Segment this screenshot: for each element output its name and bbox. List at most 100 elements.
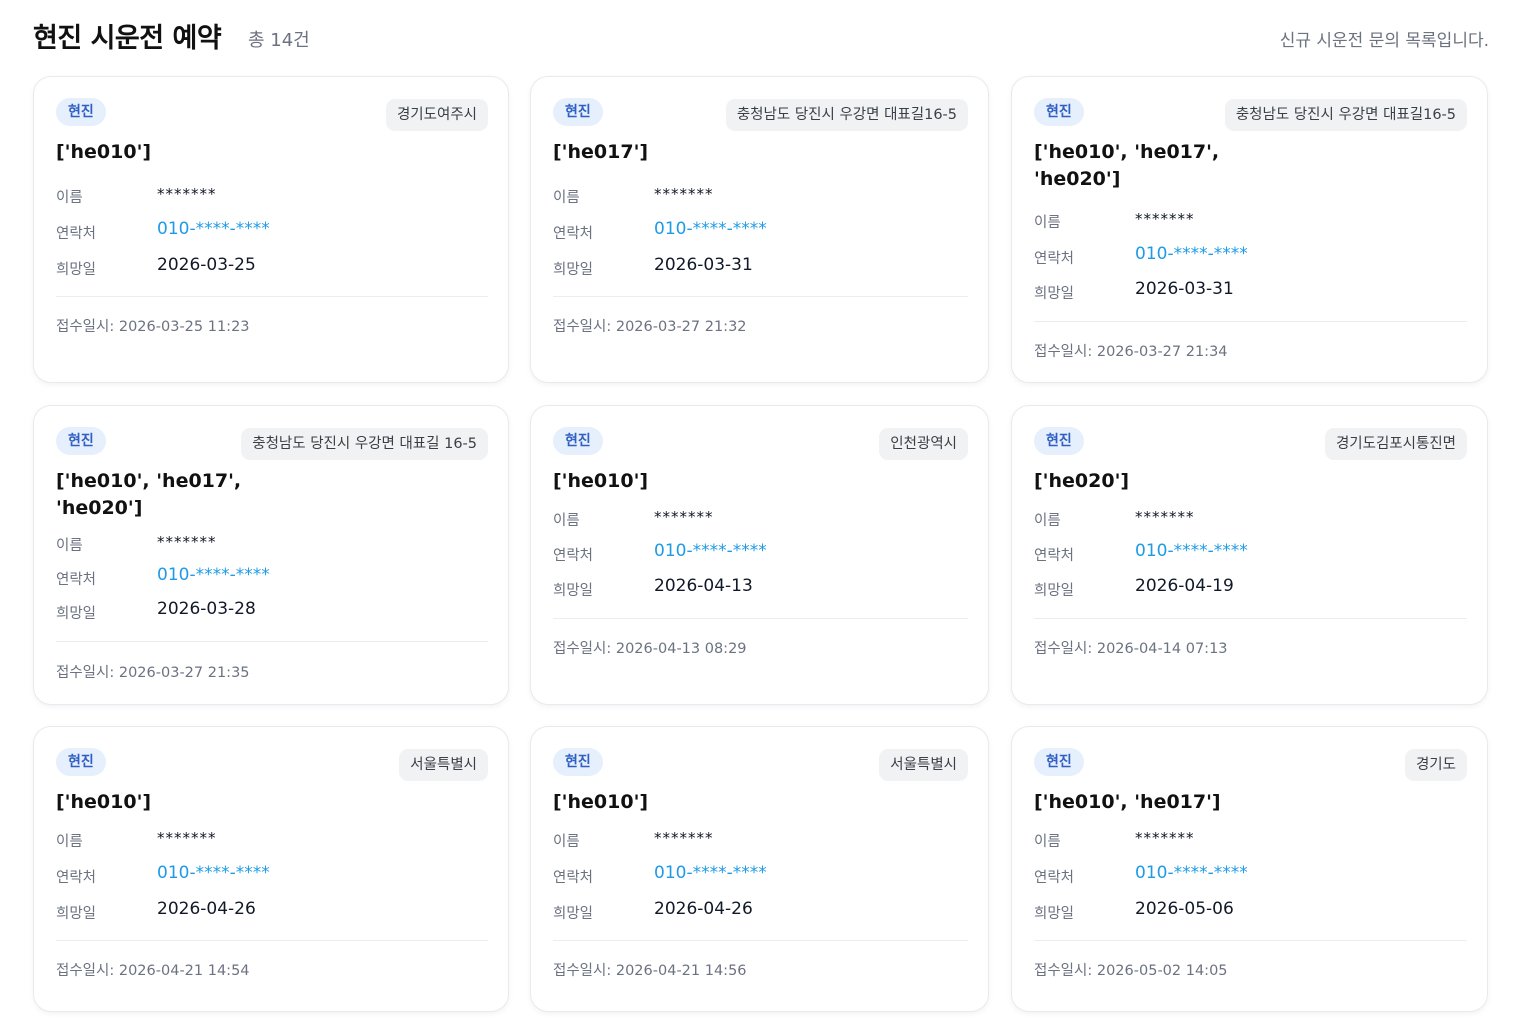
desired-date-label: 희망일 [56,262,97,278]
contact-label: 연락처 [56,226,97,242]
divider [1034,618,1467,619]
desired-date-label: 희망일 [1034,583,1075,599]
received-at: 접수일시: 2026-03-27 21:35 [56,665,250,681]
reservation-card[interactable]: 현진 충청남도 당진시 우강면 대표길16-5 ['he017'] 이름 ***… [530,76,989,383]
region-tag: 경기도여주시 [385,99,488,131]
reservation-card[interactable]: 현진 충청남도 당진시 우강면 대표길 16-5 ['he010', 'he01… [33,405,509,705]
name-label: 이름 [553,834,580,850]
name-value: ******* [157,533,217,551]
phone-link[interactable]: 010-****-**** [654,863,767,883]
desired-date-row: 희망일 2026-03-28 [56,599,456,623]
name-label: 이름 [56,190,83,206]
reservation-card[interactable]: 현진 경기도여주시 ['he010'] 이름 ******* 연락처 010-*… [33,76,509,383]
contact-label: 연락처 [1034,548,1075,564]
received-at: 접수일시: 2026-04-13 08:29 [553,641,747,657]
equipment-list: ['he010', 'he017', 'he020'] [56,470,242,519]
name-label: 이름 [1034,215,1061,231]
desired-date-label: 희망일 [553,906,594,922]
page-subtitle: 신규 시운전 문의 목록입니다. [1279,31,1489,51]
divider [1034,940,1467,941]
desired-date-value: 2026-03-31 [1135,279,1234,299]
divider [56,296,488,297]
contact-label: 연락처 [553,226,594,242]
name-value: ******* [157,829,217,847]
region-tag: 경기도 [1404,749,1467,781]
brand-badge: 현진 [1034,427,1084,455]
name-row: 이름 ******* [553,827,953,851]
name-row: 이름 ******* [553,506,953,530]
equipment-list: ['he010'] [553,791,649,813]
brand-badge: 현진 [553,748,603,776]
contact-label: 연락처 [56,870,97,886]
page-title: 현진 시운전 예약 [33,23,222,54]
brand-badge: 현진 [56,98,106,126]
name-row: 이름 ******* [553,183,953,207]
name-value: ******* [654,829,714,847]
desired-date-label: 희망일 [56,906,97,922]
reservation-card[interactable]: 현진 경기도 ['he010', 'he017'] 이름 ******* 연락처… [1011,726,1488,1012]
brand-badge: 현진 [1034,748,1084,776]
equipment-list: ['he017'] [553,141,649,163]
contact-row: 연락처 010-****-**** [1034,863,1434,887]
brand-badge: 현진 [553,98,603,126]
divider [553,296,968,297]
region-tag: 경기도김포시통진면 [1324,428,1467,460]
phone-link[interactable]: 010-****-**** [1135,863,1248,883]
divider [56,641,488,642]
desired-date-row: 희망일 2026-04-19 [1034,576,1434,600]
desired-date-row: 희망일 2026-04-13 [553,576,953,600]
name-value: ******* [1135,829,1195,847]
desired-date-row: 희망일 2026-04-26 [553,899,953,923]
name-value: ******* [654,508,714,526]
contact-row: 연락처 010-****-**** [553,863,953,887]
region-tag: 서울특별시 [399,749,488,781]
phone-link[interactable]: 010-****-**** [654,541,767,561]
name-label: 이름 [553,190,580,206]
desired-date-label: 희망일 [553,583,594,599]
phone-link[interactable]: 010-****-**** [157,565,270,585]
equipment-list: ['he010', 'he017'] [1034,791,1221,813]
page-header: 현진 시운전 예약 총 14건 신규 시운전 문의 목록입니다. [33,14,1489,58]
name-row: 이름 ******* [1034,827,1434,851]
reservation-card[interactable]: 현진 서울특별시 ['he010'] 이름 ******* 연락처 010-**… [530,726,989,1012]
phone-link[interactable]: 010-****-**** [157,863,270,883]
divider [56,940,488,941]
desired-date-value: 2026-04-19 [1135,576,1234,596]
desired-date-value: 2026-04-26 [157,899,256,919]
desired-date-label: 희망일 [1034,906,1075,922]
received-at: 접수일시: 2026-04-14 07:13 [1034,641,1228,657]
region-tag: 충청남도 당진시 우강면 대표길 16-5 [241,428,488,460]
equipment-list: ['he010'] [56,791,152,813]
reservation-card[interactable]: 현진 인천광역시 ['he010'] 이름 ******* 연락처 010-**… [530,405,989,705]
reservation-card[interactable]: 현진 충청남도 당진시 우강면 대표길16-5 ['he010', 'he017… [1011,76,1488,383]
divider [553,940,968,941]
desired-date-row: 희망일 2026-03-25 [56,255,456,279]
received-at: 접수일시: 2026-03-25 11:23 [56,319,250,335]
phone-link[interactable]: 010-****-**** [157,219,270,239]
contact-row: 연락처 010-****-**** [56,863,456,887]
received-at: 접수일시: 2026-03-27 21:34 [1034,344,1228,360]
contact-label: 연락처 [553,870,594,886]
desired-date-row: 희망일 2026-05-06 [1034,899,1434,923]
desired-date-value: 2026-03-25 [157,255,256,275]
name-value: ******* [157,185,217,203]
phone-link[interactable]: 010-****-**** [1135,244,1248,264]
desired-date-label: 희망일 [56,606,97,622]
equipment-list: ['he010', 'he017', 'he020'] [1034,141,1220,190]
name-row: 이름 ******* [56,531,456,555]
name-label: 이름 [553,513,580,529]
phone-link[interactable]: 010-****-**** [654,219,767,239]
phone-link[interactable]: 010-****-**** [1135,541,1248,561]
contact-label: 연락처 [56,572,97,588]
equipment-list: ['he010'] [553,470,649,492]
brand-badge: 현진 [56,427,106,455]
received-at: 접수일시: 2026-04-21 14:56 [553,963,747,979]
desired-date-value: 2026-03-28 [157,599,256,619]
desired-date-label: 희망일 [1034,286,1075,302]
reservation-card[interactable]: 현진 서울특별시 ['he010'] 이름 ******* 연락처 010-**… [33,726,509,1012]
name-value: ******* [1135,508,1195,526]
received-at: 접수일시: 2026-04-21 14:54 [56,963,250,979]
desired-date-row: 희망일 2026-04-26 [56,899,456,923]
name-label: 이름 [1034,834,1061,850]
reservation-card[interactable]: 현진 경기도김포시통진면 ['he020'] 이름 ******* 연락처 01… [1011,405,1488,705]
